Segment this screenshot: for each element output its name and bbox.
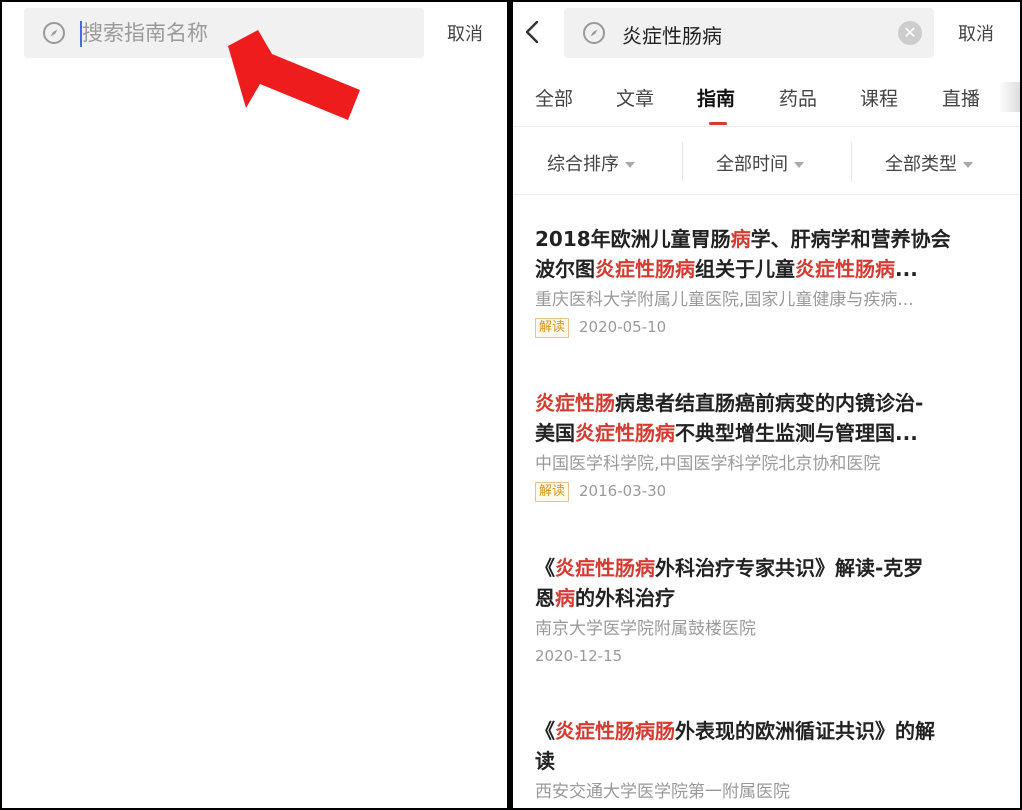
tab-live[interactable]: 直播	[942, 84, 980, 111]
active-tab-indicator	[709, 122, 727, 125]
result-meta: 解读 2016-03-30	[535, 478, 1005, 504]
caret-down-icon	[794, 162, 804, 168]
interpretation-badge: 解读	[535, 317, 570, 338]
result-title-line: 读	[535, 746, 1005, 776]
result-meta: 解读 2020-05-10	[535, 314, 1005, 340]
result-title-line: 波尔图炎症性肠病组关于儿童炎症性肠病...	[535, 254, 1005, 284]
tab-scroll-fade	[998, 82, 1020, 112]
title-text: 2018年欧洲儿童胃肠	[535, 227, 731, 251]
title-text: 美国	[535, 421, 575, 445]
title-text: 波尔图	[535, 257, 595, 281]
result-date: 2020-12-15	[535, 647, 623, 665]
result-date: 2020-05-10	[579, 318, 667, 336]
time-filter-label: 全部时间	[716, 154, 788, 175]
result-title-line: 恩病的外科治疗	[535, 583, 1005, 613]
compass-icon	[583, 22, 605, 44]
title-text: 恩	[535, 586, 555, 610]
title-text: 组关于儿童	[695, 257, 795, 281]
title-text: 病患者结直肠癌前病变的内镜诊治-	[615, 391, 924, 415]
clear-icon[interactable]: ✕	[898, 21, 922, 45]
result-item[interactable]: 《炎症性肠病外科治疗专家共识》解读-克罗 恩病的外科治疗 南京大学医学院附属鼓楼医院…	[535, 553, 1005, 669]
search-query-text[interactable]: 炎症性肠病	[622, 20, 722, 49]
type-filter-label: 全部类型	[885, 154, 957, 175]
highlight-text: 炎症性肠	[535, 391, 615, 415]
back-arrow-icon[interactable]	[521, 18, 543, 46]
result-organization: 重庆医科大学附属儿童医院,国家儿童健康与疾病...	[535, 290, 914, 310]
category-tabs: 全部 文章 指南 药品 课程 直播	[513, 66, 1020, 127]
result-item[interactable]: 2018年欧洲儿童胃肠病学、肝病学和营养协会 波尔图炎症性肠病组关于儿童炎症性肠病…	[535, 224, 1005, 340]
title-text: ...	[895, 257, 918, 281]
result-date: 2016-03-30	[579, 482, 667, 500]
search-box[interactable]: 炎症性肠病 ✕	[564, 8, 934, 58]
time-filter[interactable]: 全部时间	[716, 150, 804, 176]
result-title-line: 美国炎症性肠病不典型增生监测与管理国...	[535, 418, 1005, 448]
tab-all[interactable]: 全部	[535, 84, 573, 111]
sort-filter-label: 综合排序	[547, 154, 619, 175]
title-text: 《	[535, 556, 555, 580]
interpretation-badge: 解读	[535, 481, 570, 502]
compass-icon	[43, 22, 65, 44]
highlight-text: 炎症性肠病	[595, 257, 695, 281]
tab-courses[interactable]: 课程	[860, 84, 898, 111]
highlight-text: 炎症性肠病肠	[555, 719, 675, 743]
result-title-line: 《炎症性肠病肠外表现的欧洲循证共识》的解	[535, 716, 1005, 746]
highlight-text: 病	[555, 586, 575, 610]
title-text: 不典型增生监测与管理国...	[675, 421, 918, 445]
result-item[interactable]: 炎症性肠病患者结直肠癌前病变的内镜诊治- 美国炎症性肠病不典型增生监测与管理国..…	[535, 388, 1005, 504]
result-title-line: 2018年欧洲儿童胃肠病学、肝病学和营养协会	[535, 224, 1005, 254]
highlight-text: 病	[730, 227, 751, 251]
highlight-text: 炎症性肠病	[575, 421, 675, 445]
divider	[851, 142, 852, 182]
result-title: 《炎症性肠病肠外表现的欧洲循证共识》的解读	[535, 716, 1005, 776]
filter-bar: 综合排序 全部时间 全部类型	[513, 130, 1020, 195]
title-text: 读	[535, 749, 555, 773]
annotation-arrow-icon	[228, 30, 360, 120]
caret-down-icon	[625, 162, 635, 168]
title-text: 的外科治疗	[575, 586, 675, 610]
title-text: 外科治疗专家共识》解读-克罗	[655, 556, 924, 580]
right-screen: 炎症性肠病 ✕ 取消 全部 文章 指南 药品 课程 直播 综合排序 全部时间 全…	[513, 2, 1020, 808]
title-text: 外表现的欧洲循证共识》的解	[675, 719, 935, 743]
caret-down-icon	[963, 162, 973, 168]
cancel-button[interactable]: 取消	[958, 20, 994, 46]
result-item[interactable]: 《炎症性肠病肠外表现的欧洲循证共识》的解读西安交通大学医学院第一附属医院	[535, 716, 1005, 806]
highlight-text: 炎症性肠病	[795, 257, 895, 281]
tab-drugs[interactable]: 药品	[779, 84, 817, 111]
result-title-line: 炎症性肠病患者结直肠癌前病变的内镜诊治-	[535, 388, 1005, 418]
result-title: 炎症性肠病患者结直肠癌前病变的内镜诊治- 美国炎症性肠病不典型增生监测与管理国..…	[535, 388, 1005, 448]
divider	[682, 142, 683, 182]
result-meta: 2020-12-15	[535, 643, 1005, 669]
type-filter[interactable]: 全部类型	[885, 150, 973, 176]
title-text: 《	[535, 719, 555, 743]
title-text: 学、肝病学和营养协会	[750, 227, 951, 251]
result-organization: 中国医学科学院,中国医学科学院北京协和医院	[535, 454, 881, 474]
tab-guidelines[interactable]: 指南	[697, 84, 735, 111]
highlight-text: 炎症性肠病	[555, 556, 655, 580]
left-screen: 取消	[2, 2, 507, 808]
result-organization: 西安交通大学医学院第一附属医院	[535, 782, 790, 802]
result-title: 2018年欧洲儿童胃肠病学、肝病学和营养协会 波尔图炎症性肠病组关于儿童炎症性肠病…	[535, 224, 1005, 284]
tab-articles[interactable]: 文章	[616, 84, 654, 111]
cancel-button[interactable]: 取消	[447, 20, 483, 46]
sort-filter[interactable]: 综合排序	[547, 150, 635, 176]
result-title: 《炎症性肠病外科治疗专家共识》解读-克罗 恩病的外科治疗	[535, 553, 1005, 613]
result-organization: 南京大学医学院附属鼓楼医院	[535, 619, 756, 639]
result-title-line: 《炎症性肠病外科治疗专家共识》解读-克罗	[535, 553, 1005, 583]
